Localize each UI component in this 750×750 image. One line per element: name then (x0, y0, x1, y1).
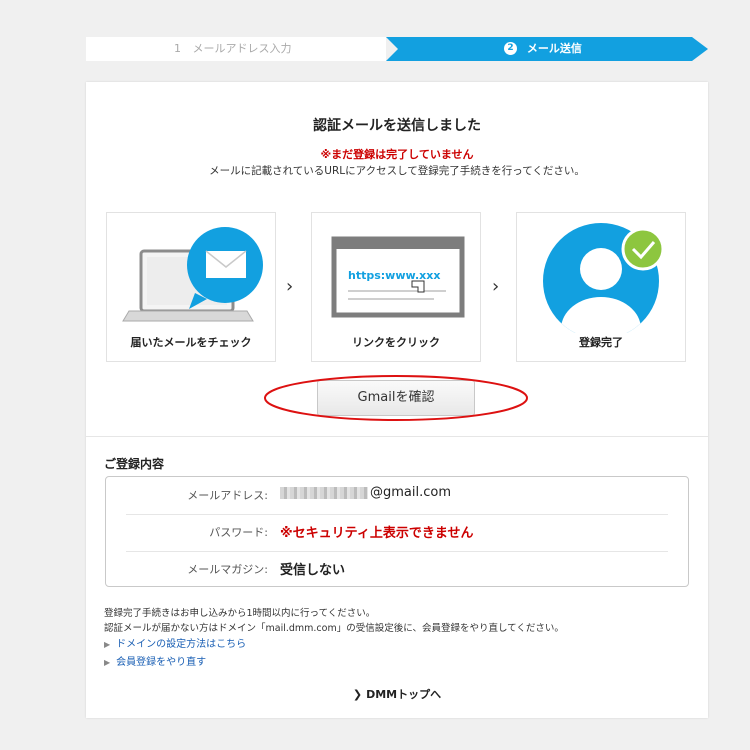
step-2-number: 2 (504, 41, 517, 55)
process-caption-check-email: 届いたメールをチェック (130, 336, 252, 349)
process-step-complete: 登録完了 (516, 212, 686, 362)
email-value: @gmail.com (280, 485, 451, 500)
dmm-top-link[interactable]: ❯ DMMトップへ (86, 686, 708, 702)
instruction-text: メールに記載されているURLにアクセスして登録完了手続きを行ってください。 (209, 165, 585, 177)
laptop-mail-icon (122, 227, 263, 322)
domain-settings-link[interactable]: ▶ ドメインの設定方法はこちら (104, 635, 246, 650)
password-value: ※セキュリティ上表示できません (280, 526, 474, 541)
section-divider (86, 436, 708, 437)
note-domain-setting: 認証メールが届かない方はドメイン「mail.dmm.com」の受信設定後に、会員… (104, 623, 564, 634)
detail-row-email: メールアドレス: @gmail.com (126, 477, 668, 514)
newsletter-value: 受信しない (280, 563, 346, 578)
step-2-active: 2 メール送信 (386, 37, 708, 61)
process-caption-click-link: リンクをクリック (352, 336, 440, 349)
newsletter-label: メールマガジン: (187, 563, 268, 576)
process-step-click-link: https:www.xxx リンクをクリック (311, 212, 481, 362)
process-step-check-email: 届いたメールをチェック (106, 212, 276, 362)
redo-registration-link[interactable]: ▶ 会員登録をやり直す (104, 653, 206, 668)
process-caption-complete: 登録完了 (579, 336, 623, 349)
step-2-label: メール送信 (526, 42, 582, 55)
chevron-right-icon: › (286, 276, 294, 297)
main-card: 認証メールを送信しました ※まだ登録は完了していません メールに記載されているU… (86, 82, 708, 718)
detail-row-password: パスワード: ※セキュリティ上表示できません (126, 514, 668, 551)
warning-text: ※まだ登録は完了していません (320, 148, 474, 161)
registration-details: メールアドレス: @gmail.com パスワード: ※セキュリティ上表示できま… (105, 476, 689, 587)
step-1: 1 メールアドレス入力 (86, 37, 386, 61)
password-label: パスワード: (209, 526, 268, 539)
registration-title: ご登録内容 (104, 457, 165, 471)
note-time-limit: 登録完了手続きはお申し込みから1時間以内に行ってください。 (104, 608, 376, 619)
page-title: 認証メールを送信しました (313, 118, 481, 134)
triangle-right-icon: ▶ (104, 640, 111, 649)
triangle-right-icon: ▶ (104, 658, 111, 667)
chevron-right-icon: › (492, 276, 500, 297)
chevron-right-icon: ❯ (352, 688, 363, 701)
step-1-number: 1 (174, 42, 181, 55)
detail-row-newsletter: メールマガジン: 受信しない (126, 551, 668, 588)
user-check-icon (543, 223, 665, 333)
check-gmail-button[interactable]: Gmailを確認 (317, 380, 475, 416)
step-indicator: 1 メールアドレス入力 2 メール送信 (86, 37, 708, 61)
email-label: メールアドレス: (187, 489, 268, 502)
redacted-email-user (280, 486, 368, 499)
step-1-label: メールアドレス入力 (192, 42, 292, 55)
link-url-text: https:www.xxx (348, 269, 441, 282)
step-2-text: 2 メール送信 (504, 37, 582, 61)
